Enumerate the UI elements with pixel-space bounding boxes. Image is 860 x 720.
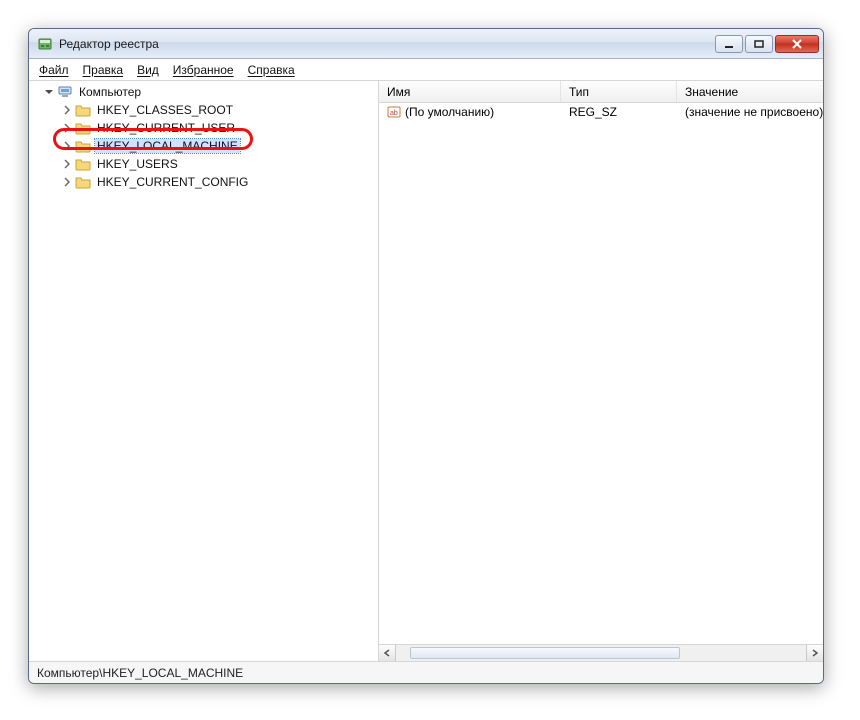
titlebar[interactable]: Редактор реестра [29,29,823,59]
tree-item-label: HKEY_USERS [95,157,180,171]
string-value-icon: ab [387,105,401,119]
maximize-button[interactable] [745,35,773,53]
column-header-type[interactable]: Тип [561,81,677,102]
expand-icon[interactable] [61,140,73,152]
scroll-left-button[interactable] [379,645,396,661]
registry-editor-window: Редактор реестра Файл Правка Вид Избранн… [28,28,824,684]
tree-root[interactable]: Компьютер [31,83,378,101]
horizontal-scrollbar[interactable] [379,644,823,661]
expand-icon[interactable] [61,122,73,134]
column-header-value[interactable]: Значение [677,81,823,102]
menu-file[interactable]: Файл [39,63,69,77]
window-title: Редактор реестра [59,37,159,51]
values-header: Имя Тип Значение [379,81,823,103]
scroll-track[interactable] [396,645,806,661]
folder-icon [75,174,91,190]
folder-icon [75,138,91,154]
tree-item-label: HKEY_LOCAL_MACHINE [95,139,240,153]
menubar: Файл Правка Вид Избранное Справка [29,59,823,81]
value-data: (значение не присвоено) [677,105,823,119]
client-area: Компьютер HKEY_CLASSES_ROOT HKEY_CURRE [29,81,823,661]
close-button[interactable] [775,35,819,53]
statusbar-path: Компьютер\HKEY_LOCAL_MACHINE [37,666,243,680]
collapse-icon[interactable] [43,86,55,98]
minimize-button[interactable] [715,35,743,53]
value-type: REG_SZ [561,105,677,119]
value-row[interactable]: ab (По умолчанию) REG_SZ (значение не пр… [379,103,823,121]
tree-item-label: HKEY_CURRENT_CONFIG [95,175,250,189]
svg-text:ab: ab [390,110,398,117]
tree-item-label: HKEY_CLASSES_ROOT [95,103,235,117]
expand-icon[interactable] [61,104,73,116]
tree-item-hkcc[interactable]: HKEY_CURRENT_CONFIG [31,173,378,191]
tree-item-hklm[interactable]: HKEY_LOCAL_MACHINE [31,137,378,155]
scroll-thumb[interactable] [410,647,680,659]
tree-root-label: Компьютер [77,85,143,99]
tree-item-hkcu[interactable]: HKEY_CURRENT_USER [31,119,378,137]
column-header-name[interactable]: Имя [379,81,561,102]
computer-icon [57,84,73,100]
values-pane: Имя Тип Значение ab (По умолчанию) [379,81,823,661]
value-name: (По умолчанию) [405,105,494,119]
regedit-icon [37,36,53,52]
menu-help[interactable]: Справка [248,63,295,77]
tree-item-label: HKEY_CURRENT_USER [95,121,237,135]
menu-favorites[interactable]: Избранное [173,63,234,77]
scroll-right-button[interactable] [806,645,823,661]
folder-icon [75,102,91,118]
expand-icon[interactable] [61,158,73,170]
folder-icon [75,156,91,172]
folder-icon [75,120,91,136]
statusbar: Компьютер\HKEY_LOCAL_MACHINE [29,661,823,683]
tree-pane[interactable]: Компьютер HKEY_CLASSES_ROOT HKEY_CURRE [29,81,379,661]
tree-item-hkcr[interactable]: HKEY_CLASSES_ROOT [31,101,378,119]
expand-icon[interactable] [61,176,73,188]
menu-edit[interactable]: Правка [83,63,124,77]
menu-view[interactable]: Вид [137,63,159,77]
values-list[interactable]: ab (По умолчанию) REG_SZ (значение не пр… [379,103,823,644]
tree-item-hku[interactable]: HKEY_USERS [31,155,378,173]
